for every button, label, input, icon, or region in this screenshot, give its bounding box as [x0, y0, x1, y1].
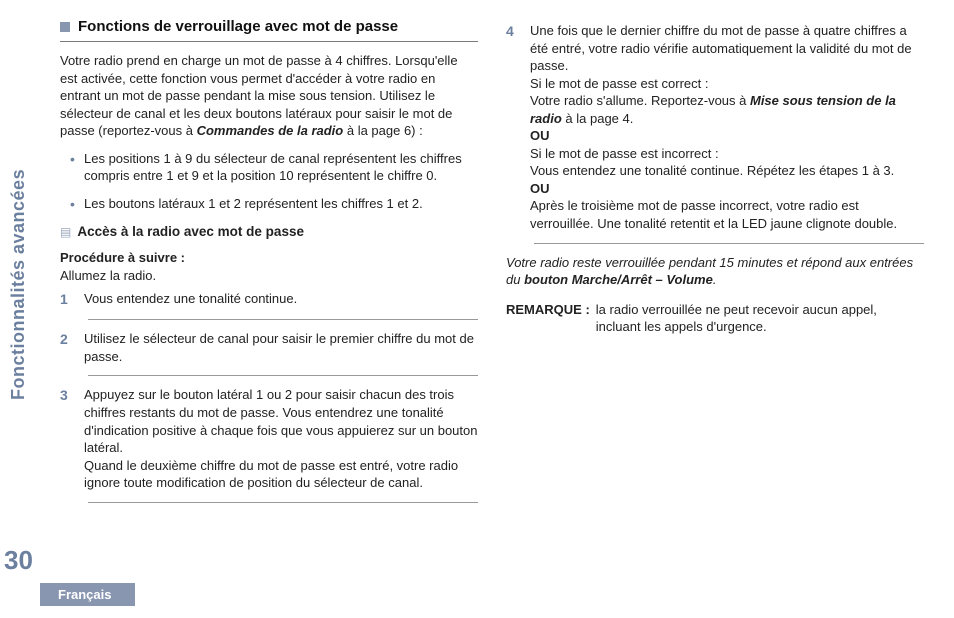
or-label: OU: [530, 128, 550, 143]
or-label: OU: [530, 181, 550, 196]
step-number: 3: [60, 386, 74, 491]
procedure-intro: Allumez la radio.: [60, 268, 156, 283]
procedure-block: Procédure à suivre : Allumez la radio.: [60, 249, 478, 284]
step-4: 4 Une fois que le dernier chiffre du mot…: [506, 18, 924, 237]
step-number: 2: [60, 330, 74, 365]
xref-commandes: Commandes de la radio: [197, 123, 344, 138]
heading-marker-icon: [60, 22, 70, 32]
page-number: 30: [4, 545, 33, 576]
bouton-ref: bouton Marche/Arrêt – Volume: [524, 272, 713, 287]
language-tab: Français: [40, 583, 135, 606]
lock-note: Votre radio reste verrouillée pendant 15…: [506, 254, 924, 289]
heading-2: Accès à la radio avec mot de passe: [77, 224, 304, 239]
step-3: 3 Appuyez sur le bouton latéral 1 ou 2 p…: [60, 382, 478, 495]
step-number: 4: [506, 22, 520, 233]
heading-1: Fonctions de verrouillage avec mot de pa…: [78, 18, 398, 35]
bullet-item: Les positions 1 à 9 du sélecteur de cana…: [74, 150, 478, 185]
divider: [60, 41, 478, 42]
step-text: Appuyez sur le bouton latéral 1 ou 2 pou…: [84, 386, 478, 491]
bullet-list: Les positions 1 à 9 du sélecteur de cana…: [60, 150, 478, 213]
section-title-vertical: Fonctionnalités avancées: [8, 169, 29, 400]
step-divider: [534, 243, 924, 244]
step-divider: [88, 375, 478, 376]
left-rail: Fonctionnalités avancées 30: [0, 0, 50, 618]
step-divider: [88, 502, 478, 503]
column-left: Fonctions de verrouillage avec mot de pa…: [60, 18, 478, 618]
subheading-doc-icon: ▤: [60, 225, 71, 239]
step-text: Une fois que le dernier chiffre du mot d…: [530, 22, 924, 233]
step-1: 1 Vous entendez une tonalité continue.: [60, 286, 478, 313]
bullet-item: Les boutons latéraux 1 et 2 représentent…: [74, 195, 478, 213]
step-divider: [88, 319, 478, 320]
remark-text: la radio verrouillée ne peut recevoir au…: [596, 301, 924, 336]
step-2: 2 Utilisez le sélecteur de canal pour sa…: [60, 326, 478, 369]
intro-paragraph: Votre radio prend en charge un mot de pa…: [60, 52, 478, 140]
column-right: 4 Une fois que le dernier chiffre du mot…: [506, 18, 924, 618]
step-text: Vous entendez une tonalité continue.: [84, 290, 478, 309]
remark-block: REMARQUE : la radio verrouillée ne peut …: [506, 301, 924, 336]
procedure-label: Procédure à suivre :: [60, 250, 185, 265]
step-text: Utilisez le sélecteur de canal pour sais…: [84, 330, 478, 365]
remark-label: REMARQUE :: [506, 301, 590, 336]
step-number: 1: [60, 290, 74, 309]
